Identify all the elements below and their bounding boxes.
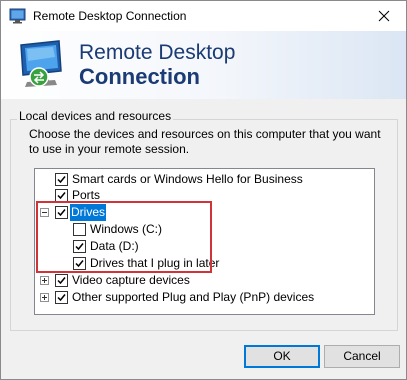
video-capture-checkbox[interactable] [55,274,68,287]
tree-item-pnp-devices[interactable]: Other supported Plug and Play (PnP) devi… [35,289,372,306]
expand-toggle-icon[interactable] [40,276,49,285]
banner-title-line2: Connection [79,64,200,89]
checkmark-icon [57,192,66,200]
tree-item-smart-cards[interactable]: Smart cards or Windows Hello for Busines… [35,171,372,188]
groupbox-legend: Local devices and resources [17,109,174,123]
close-icon [378,10,390,22]
tree-item-label: Other supported Plug and Play (PnP) devi… [72,290,315,304]
tree-item-video-capture[interactable]: Video capture devices [35,272,372,289]
pnp-devices-checkbox[interactable] [55,291,68,304]
close-button[interactable] [362,1,406,31]
remote-desktop-logo-icon [20,40,62,87]
group-description: Choose the devices and resources on this… [29,127,381,156]
ok-button[interactable]: OK [244,345,320,368]
checkmark-icon [57,294,66,302]
checkmark-icon [57,277,66,285]
remote-desktop-app-icon [9,8,26,24]
dialog-window: Remote Desktop Connection Remote Desktop… [0,0,407,380]
expand-toggle-icon[interactable] [40,293,49,302]
drives-highlight-box [36,201,212,273]
banner-title-line1: Remote Desktop [79,41,236,64]
tree-item-label: Video capture devices [72,273,190,287]
window-title: Remote Desktop Connection [33,9,187,23]
smart-cards-checkbox[interactable] [55,173,68,186]
cancel-button[interactable]: Cancel [324,345,400,368]
checkmark-icon [57,176,66,184]
tree-item-label: Smart cards or Windows Hello for Busines… [72,172,303,186]
header-banner: Remote Desktop Connection [1,31,406,99]
title-bar: Remote Desktop Connection [1,1,406,31]
